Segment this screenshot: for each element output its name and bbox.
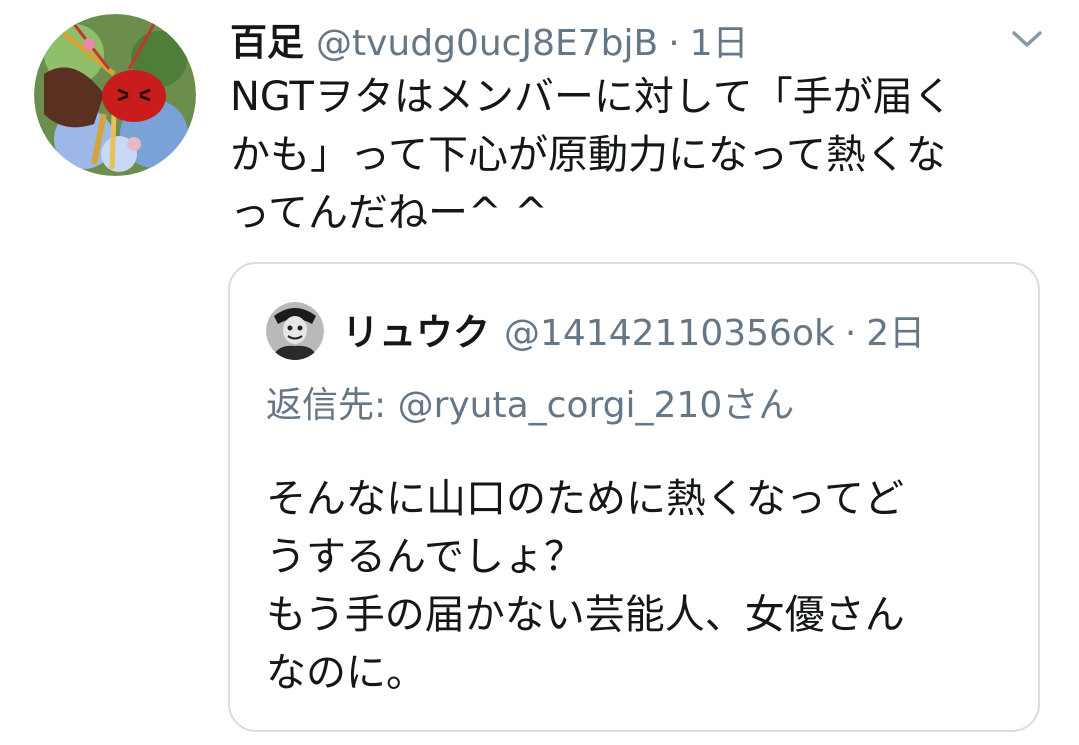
- avatar-image: [34, 14, 196, 176]
- quoted-user-handle[interactable]: @14142110356ok: [504, 313, 835, 354]
- tweet-header: 百足 @tvudg0ucJ8E7bjB · 1日: [230, 12, 749, 64]
- quoted-tweet-text: そんなに山口のために熱くなってど うするんでしょ？ もう手の届かない芸能人、女優…: [266, 476, 905, 696]
- centipede-avatar-icon[interactable]: [34, 14, 196, 176]
- quoted-tweet-timestamp[interactable]: 2日: [866, 304, 925, 356]
- quoted-tweet-card[interactable]: リュウク @14142110356ok · 2日 返信先: @ryuta_cor…: [228, 262, 1040, 732]
- tweet-timestamp[interactable]: 1日: [690, 14, 749, 66]
- reply-to-line: 返信先: @ryuta_corgi_210さん: [266, 376, 794, 428]
- tweet-text: NGTヲタはメンバーに対して「手が届く かも」って下心が原動力になって熱くな っ…: [230, 74, 953, 236]
- separator-dot: ·: [668, 23, 680, 64]
- user-handle[interactable]: @tvudg0ucJ8E7bjB: [316, 23, 658, 64]
- chevron-down-icon[interactable]: [1008, 26, 1046, 52]
- quoted-tweet-header: リュウク @14142110356ok · 2日: [342, 302, 925, 356]
- reply-to-mention[interactable]: @ryuta_corgi_210さん: [398, 385, 795, 426]
- display-name[interactable]: 百足: [230, 12, 304, 66]
- separator-dot: ·: [844, 313, 857, 354]
- reply-to-label: 返信先:: [266, 385, 398, 426]
- ryuk-avatar-icon[interactable]: [266, 302, 324, 360]
- quoted-display-name[interactable]: リュウク: [342, 302, 490, 356]
